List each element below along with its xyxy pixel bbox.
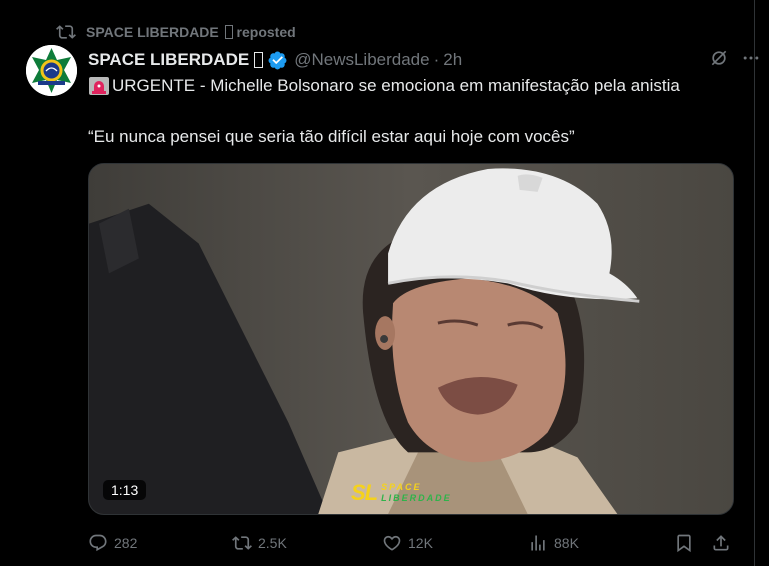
more-icon[interactable] xyxy=(741,48,761,68)
reply-count: 282 xyxy=(114,535,138,551)
repost-count: 2.5K xyxy=(258,535,287,551)
right-border xyxy=(754,0,755,566)
tweet-header: SPACE LIBERDADE @NewsLiberdade · 2h xyxy=(88,48,739,72)
author-handle[interactable]: @NewsLiberdade xyxy=(294,50,429,70)
reply-icon xyxy=(89,534,107,552)
tweet-text-line1: URGENTE - Michelle Bolsonaro se emociona… xyxy=(88,76,680,96)
repost-button[interactable]: 2.5K xyxy=(232,533,287,553)
like-count: 12K xyxy=(408,535,433,551)
video-duration: 1:13 xyxy=(103,480,147,500)
bookmark-button[interactable] xyxy=(674,533,694,553)
video-player[interactable]: 1:13 SL SPACE LIBERDADE xyxy=(88,163,734,515)
reply-button[interactable]: 282 xyxy=(88,533,137,553)
watermark-logo: SL xyxy=(351,480,378,505)
header-actions xyxy=(709,48,761,68)
watermark-line1: SPACE xyxy=(381,482,422,492)
repost-user[interactable]: SPACE LIBERDADE xyxy=(86,24,219,40)
repost-icon xyxy=(56,25,76,39)
grok-icon[interactable] xyxy=(709,48,729,68)
repost-context[interactable]: SPACE LIBERDADE reposted xyxy=(56,22,296,42)
avatar-logo-icon xyxy=(26,45,77,96)
unknown-glyph-icon xyxy=(254,52,264,68)
repost-suffix: reposted xyxy=(236,24,296,40)
avatar[interactable] xyxy=(26,45,77,96)
siren-icon xyxy=(89,77,109,95)
views-count: 88K xyxy=(554,535,579,551)
like-button[interactable]: 12K xyxy=(382,533,433,553)
like-icon xyxy=(383,535,401,551)
video-frame xyxy=(89,164,733,514)
watermark-line2: LIBERDADE xyxy=(381,493,452,503)
author-name[interactable]: SPACE LIBERDADE xyxy=(88,50,249,70)
watermark: SL SPACE LIBERDADE xyxy=(351,480,452,506)
tweet-time[interactable]: 2h xyxy=(443,50,462,70)
views-button[interactable]: 88K xyxy=(528,533,579,553)
views-icon xyxy=(531,535,545,551)
tweet-text-urgent: URGENTE - Michelle Bolsonaro se emociona… xyxy=(112,76,680,95)
verified-icon xyxy=(268,51,287,69)
unknown-glyph-icon xyxy=(224,25,233,39)
tweet-text-quote: “Eu nunca pensei que seria tão difícil e… xyxy=(88,127,575,146)
share-button[interactable] xyxy=(711,533,731,553)
bookmark-icon xyxy=(677,534,691,553)
separator: · xyxy=(433,50,440,69)
share-icon xyxy=(713,535,729,551)
tweet-actions: 282 2.5K 12K 88K xyxy=(88,533,736,557)
repost-icon xyxy=(232,536,252,550)
